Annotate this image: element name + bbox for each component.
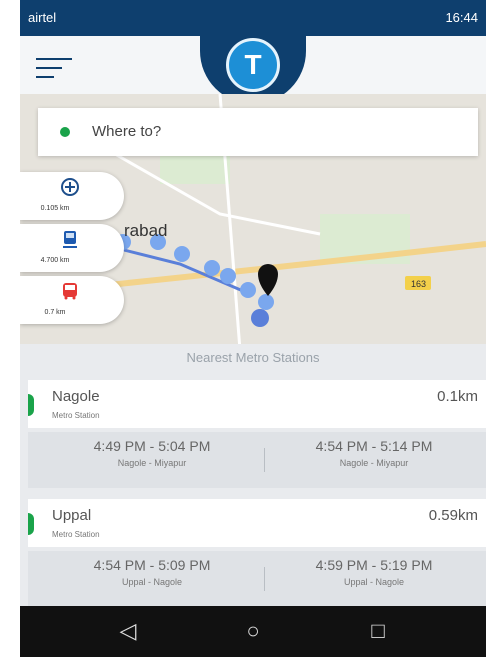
- station-card[interactable]: Nagole 0.1km Metro Station 4:49 PM - 5:0…: [28, 380, 486, 496]
- station-name: Uppal: [52, 507, 92, 524]
- hamburger-menu-icon[interactable]: [36, 58, 72, 80]
- train-distance-button[interactable]: 4.700 km: [20, 224, 124, 272]
- departure-time: 4:54 PM - 5:14 PM: [315, 438, 433, 454]
- departure-time: 4:54 PM - 5:09 PM: [93, 557, 211, 573]
- origin-dot-icon: [60, 127, 70, 137]
- station-indicator: [28, 513, 34, 535]
- bus-icon: [63, 283, 77, 300]
- station-header[interactable]: Uppal 0.59km Metro Station: [28, 499, 486, 547]
- departure-route: Uppal - Nagole: [121, 577, 183, 587]
- metro-distance-label: 0.105 km: [40, 205, 70, 212]
- metro-distance-button[interactable]: 0.105 km: [20, 172, 124, 220]
- android-nav-bar: ◁ ○ □: [20, 606, 486, 657]
- station-name: Nagole: [52, 388, 100, 405]
- departure-slot[interactable]: 4:49 PM - 5:04 PM Nagole - Miyapur: [42, 438, 262, 468]
- station-type: Metro Station: [52, 411, 100, 420]
- departure-time: 4:59 PM - 5:19 PM: [315, 557, 433, 573]
- metro-stop-marker[interactable]: [240, 282, 256, 298]
- carrier-name: airtel: [28, 10, 57, 25]
- departure-route: Nagole - Miyapur: [117, 458, 187, 468]
- station-header[interactable]: Nagole 0.1km Metro Station: [28, 380, 486, 428]
- station-distance: 0.59km: [428, 507, 478, 524]
- recents-button[interactable]: □: [358, 616, 398, 646]
- panel-title: Nearest Metro Stations: [186, 350, 320, 365]
- search-placeholder: Where to?: [92, 123, 162, 140]
- back-button[interactable]: ◁: [108, 616, 148, 646]
- train-distance-label: 4.700 km: [40, 257, 70, 264]
- departure-slot[interactable]: 4:59 PM - 5:19 PM Uppal - Nagole: [264, 557, 484, 587]
- station-indicator: [28, 394, 34, 416]
- departure-slot[interactable]: 4:54 PM - 5:14 PM Nagole - Miyapur: [264, 438, 484, 468]
- app-logo: T: [226, 38, 280, 92]
- destination-search[interactable]: Where to?: [38, 108, 478, 156]
- train-icon: [63, 231, 77, 248]
- metro-stop-marker[interactable]: [204, 260, 220, 276]
- departure-slot[interactable]: 4:54 PM - 5:09 PM Uppal - Nagole: [42, 557, 262, 587]
- location-pin-icon[interactable]: [258, 264, 278, 296]
- departure-time: 4:49 PM - 5:04 PM: [93, 438, 211, 454]
- departure-times: 4:49 PM - 5:04 PM Nagole - Miyapur 4:54 …: [28, 432, 486, 488]
- metro-icon: [61, 178, 79, 196]
- departure-route: Nagole - Miyapur: [339, 458, 409, 468]
- departure-times: 4:54 PM - 5:09 PM Uppal - Nagole 4:59 PM…: [28, 551, 486, 607]
- phone-screen: airtel 16:44 T rabad 163 Where to? 0.105…: [20, 0, 486, 657]
- departure-route: Uppal - Nagole: [343, 577, 405, 587]
- metro-stop-marker[interactable]: [258, 294, 274, 310]
- metro-stop-marker[interactable]: [220, 268, 236, 284]
- bus-distance-button[interactable]: 0.7 km: [20, 276, 124, 324]
- home-button[interactable]: ○: [233, 616, 273, 646]
- status-bar: airtel 16:44: [20, 0, 486, 36]
- map-city-label: rabad: [124, 221, 167, 240]
- metro-stop-marker[interactable]: [174, 246, 190, 262]
- station-distance: 0.1km: [437, 388, 478, 405]
- road-number-text: 163: [411, 279, 426, 289]
- station-card[interactable]: Uppal 0.59km Metro Station 4:54 PM - 5:0…: [28, 499, 486, 615]
- status-time: 16:44: [445, 10, 478, 25]
- bus-distance-label: 0.7 km: [44, 309, 66, 316]
- station-type: Metro Station: [52, 530, 100, 539]
- metro-stop-marker[interactable]: [251, 309, 269, 327]
